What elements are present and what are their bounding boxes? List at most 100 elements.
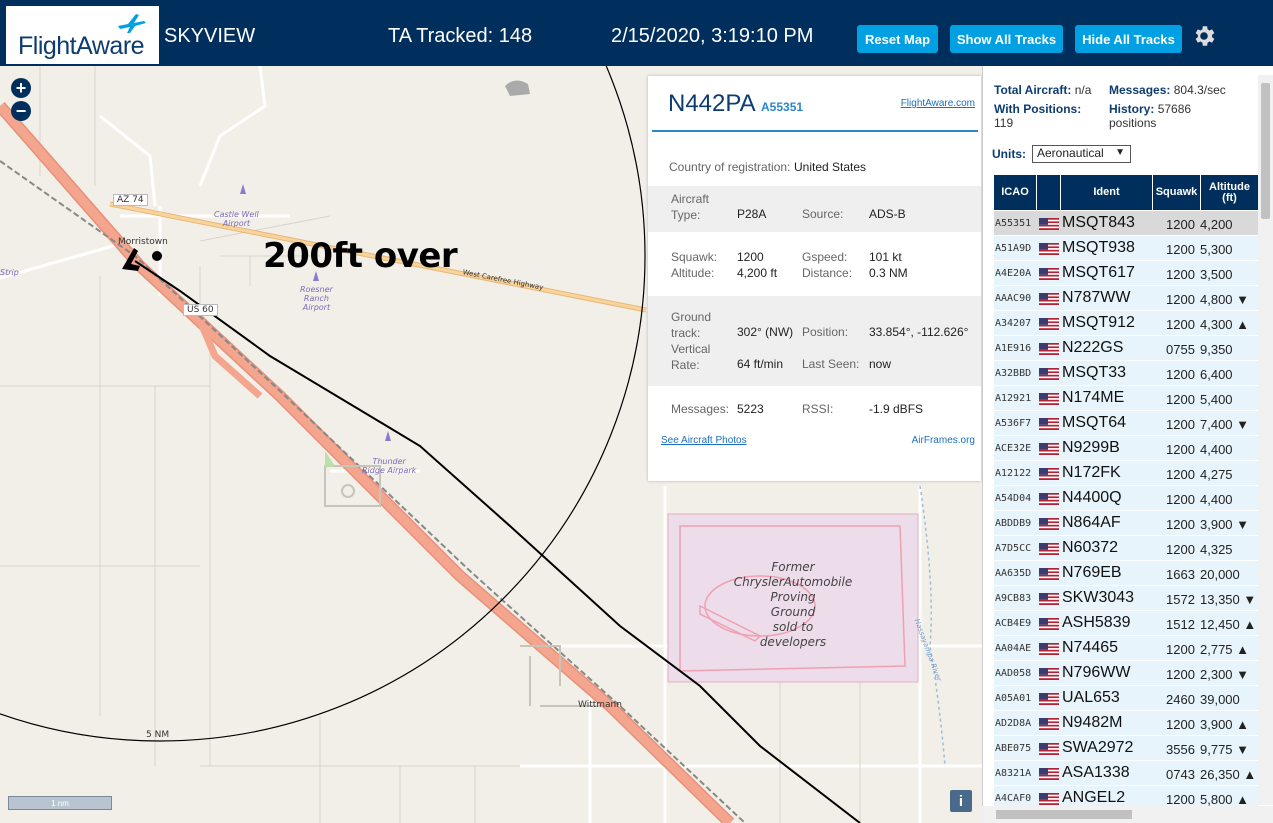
ident-cell: ANGEL2 — [1062, 789, 1126, 806]
flightaware-link[interactable]: FlightAware.com — [901, 98, 975, 109]
aircraft-detail-panel: N442PA A55351 FlightAware.com Country of… — [648, 76, 981, 481]
distance-value: 0.3 NM — [869, 266, 908, 280]
map-info-button[interactable]: i — [950, 790, 972, 812]
aircraft-photos-link[interactable]: See Aircraft Photos — [661, 435, 747, 446]
ident-cell: ASH5839 — [1062, 614, 1131, 631]
us-flag-icon — [1039, 768, 1059, 780]
zoom-out-button[interactable]: − — [11, 101, 31, 121]
ident-cell: SWA2972 — [1062, 739, 1134, 756]
country-label: Country of registration: — [669, 160, 791, 174]
divider — [652, 130, 978, 132]
units-select[interactable]: Aeronautical ▼ — [1032, 145, 1131, 163]
icao-cell: A51A9D — [995, 243, 1032, 254]
hex-code[interactable]: A55351 — [761, 100, 803, 114]
table-row[interactable]: A1E916 N222GS 0755 9,350 — [994, 336, 1258, 361]
az74-shield: AZ 74 — [113, 194, 148, 206]
table-row[interactable]: A32BBD MSQT33 1200 6,400 — [994, 361, 1258, 386]
type-row: Aircraft Type: P28A Source: ADS-B — [648, 186, 981, 232]
col-ident[interactable]: Ident — [1061, 175, 1152, 210]
lastseen-label: Last Seen: — [802, 357, 860, 371]
table-row[interactable]: AAAC90 N787WW 1200 4,800 ▼ — [994, 286, 1258, 311]
altitude-cell: 4,325 — [1200, 542, 1233, 557]
airframes-link[interactable]: AirFrames.org — [912, 435, 975, 446]
registration: N442PA — [668, 90, 756, 117]
altitude-cell: 26,350 ▲ — [1200, 767, 1257, 782]
us-flag-icon — [1039, 218, 1059, 230]
table-row[interactable]: A7D5CC N60372 1200 4,325 — [994, 536, 1258, 561]
icao-cell: ABE075 — [995, 743, 1032, 754]
plane-logo-icon — [118, 14, 146, 33]
table-row[interactable]: ABDDB9 N864AF 1200 3,900 ▼ — [994, 511, 1258, 536]
table-row[interactable]: ACE32E N9299B 1200 4,400 — [994, 436, 1258, 461]
horizontal-scrollbar[interactable] — [982, 806, 1273, 823]
table-row[interactable]: A12122 N172FK 1200 4,275 — [994, 461, 1258, 486]
table-row[interactable]: A12921 N174ME 1200 5,400 — [994, 386, 1258, 411]
us-flag-icon — [1039, 368, 1059, 380]
col-altitude[interactable]: Altitude (ft) — [1201, 175, 1258, 210]
us-flag-icon — [1039, 543, 1059, 555]
icao-cell: AA635D — [995, 568, 1032, 579]
flightaware-logo[interactable]: FlightAware — [6, 6, 159, 64]
scale-bar: 1 nm — [8, 796, 112, 810]
table-row[interactable]: A54D04 N4400Q 1200 4,400 — [994, 486, 1258, 511]
altitude-cell: 4,200 — [1200, 217, 1233, 232]
table-row[interactable]: A55351 MSQT843 1200 4,200 — [994, 211, 1258, 236]
scroll-thumb[interactable] — [1261, 83, 1270, 219]
icao-cell: ACE32E — [995, 443, 1032, 454]
gear-icon[interactable] — [1191, 23, 1217, 49]
table-row[interactable]: AA04AE N74465 1200 2,775 ▲ — [994, 636, 1258, 661]
altitude-cell: 9,775 ▼ — [1200, 742, 1250, 757]
table-row[interactable]: A05A01 UAL653 2460 39,000 — [994, 686, 1258, 711]
show-all-tracks-button[interactable]: Show All Tracks — [950, 25, 1063, 53]
squawk-cell: 1200 — [1166, 292, 1195, 307]
squawk-cell: 1200 — [1166, 542, 1195, 557]
col-squawk[interactable]: Squawk — [1153, 175, 1200, 210]
table-row[interactable]: A9CB83 SKW3043 1572 13,350 ▼ — [994, 586, 1258, 611]
table-row[interactable]: ACB4E9 ASH5839 1512 12,450 ▲ — [994, 611, 1258, 636]
aircraft-type-label: Aircraft Type: — [671, 192, 710, 222]
reset-map-button[interactable]: Reset Map — [857, 25, 938, 53]
table-row[interactable]: AA635D N769EB 1663 20,000 — [994, 561, 1258, 586]
table-row[interactable]: A8321A ASA1338 0743 26,350 ▲ — [994, 761, 1258, 786]
table-row[interactable]: A51A9D MSQT938 1200 5,300 — [994, 236, 1258, 261]
units-value: Aeronautical — [1037, 146, 1104, 160]
us-flag-icon — [1039, 568, 1059, 580]
icao-cell: AAD058 — [995, 668, 1032, 679]
country-value: United States — [794, 160, 867, 174]
ident-cell: MSQT938 — [1062, 239, 1135, 256]
ident-cell: N769EB — [1062, 564, 1122, 581]
squawk-cell: 1200 — [1166, 467, 1195, 482]
icao-cell: A4E20A — [995, 268, 1032, 279]
us-flag-icon — [1039, 243, 1059, 255]
altitude-cell: 3,900 ▲ — [1200, 717, 1250, 732]
us-flag-icon — [1039, 293, 1059, 305]
us-flag-icon — [1039, 443, 1059, 455]
hscroll-thumb[interactable] — [996, 810, 1132, 819]
squawk-cell: 1200 — [1166, 792, 1195, 807]
altitude-label: Altitude: — [671, 266, 715, 280]
town-wittmann: Wittmann — [578, 700, 622, 710]
ident-cell: MSQT64 — [1062, 414, 1127, 431]
logo-text: FlightAware — [18, 32, 145, 60]
us-flag-icon — [1039, 318, 1059, 330]
hide-all-tracks-button[interactable]: Hide All Tracks — [1075, 25, 1182, 53]
with-positions: With Positions: 119 — [994, 102, 1082, 130]
table-row[interactable]: AD2D8A N9482M 1200 3,900 ▲ — [994, 711, 1258, 736]
squawk-cell: 1200 — [1166, 367, 1195, 382]
messages-label: Messages: — [671, 402, 730, 416]
table-row[interactable]: A4E20A MSQT617 1200 3,500 — [994, 261, 1258, 286]
col-icao[interactable]: ICAO — [994, 175, 1036, 210]
icao-cell: A05A01 — [995, 693, 1032, 704]
zoom-in-button[interactable]: + — [11, 78, 31, 98]
messages-value: 5223 — [737, 402, 764, 416]
icao-cell: A34207 — [995, 318, 1032, 329]
table-row[interactable]: AAD058 N796WW 1200 2,300 ▼ — [994, 661, 1258, 686]
icao-cell: A7D5CC — [995, 543, 1032, 554]
thunder-ridge-airpark-label: Thunder Ridge Airpark — [362, 457, 417, 475]
table-row[interactable]: ABE075 SWA2972 3556 9,775 ▼ — [994, 736, 1258, 761]
vertical-scrollbar[interactable] — [1258, 75, 1273, 805]
ident-cell: UAL653 — [1062, 689, 1120, 706]
table-row[interactable]: A34207 MSQT912 1200 4,300 ▲ — [994, 311, 1258, 336]
table-row[interactable]: A536F7 MSQT64 1200 7,400 ▼ — [994, 411, 1258, 436]
col-flag[interactable] — [1037, 175, 1060, 210]
